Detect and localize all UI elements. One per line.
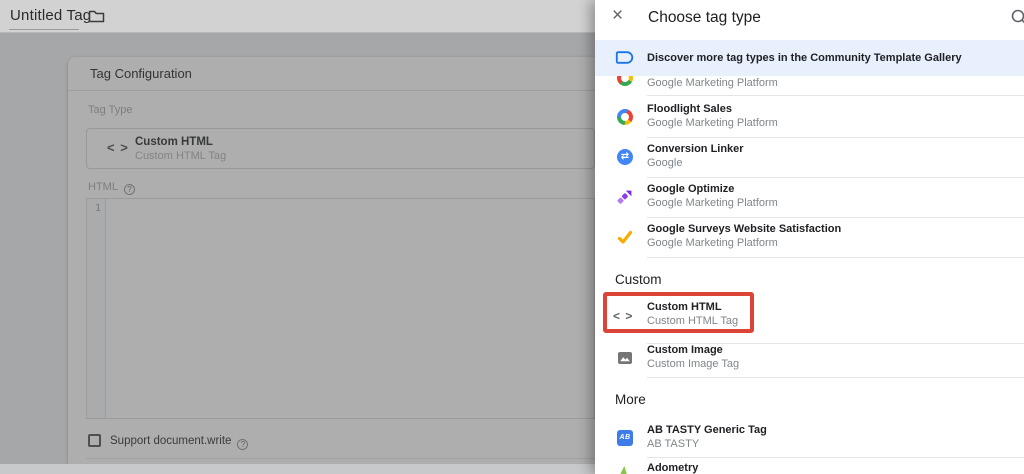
divider (647, 457, 1024, 458)
folder-icon[interactable] (88, 9, 105, 29)
list-item-adometry[interactable]: Adometry (595, 462, 1024, 474)
dialog-title: Choose tag type (648, 9, 761, 27)
selected-tag-title: Custom HTML (135, 136, 213, 148)
item-subtitle: Google Marketing Platform (647, 197, 778, 209)
divider (647, 217, 1024, 218)
item-subtitle: Google (647, 157, 682, 169)
bottom-strip (0, 464, 595, 474)
list-item-google-surveys[interactable]: Google Surveys Website Satisfaction Goog… (595, 223, 1024, 253)
selected-tag-subtitle: Custom HTML Tag (135, 150, 226, 162)
list-item-floodlight-sales[interactable]: Floodlight Sales Google Marketing Platfo… (595, 103, 1024, 133)
support-document-write-label: Support document.write (110, 435, 231, 447)
help-icon[interactable]: ? (124, 184, 135, 195)
section-header-more: More (615, 392, 646, 407)
item-subtitle: Google Marketing Platform (647, 77, 778, 89)
list-item-custom-html[interactable]: < > Custom HTML Custom HTML Tag (595, 301, 1024, 331)
ab-tasty-icon: AB (617, 430, 633, 446)
divider (647, 177, 1024, 178)
divider (647, 257, 1024, 258)
list-item-custom-image[interactable]: Custom Image Custom Image Tag (595, 344, 1024, 374)
item-title: Custom HTML (647, 301, 722, 313)
community-template-gallery-icon (615, 50, 634, 70)
section-header-custom: Custom (615, 272, 662, 287)
image-icon (617, 350, 633, 366)
item-subtitle: Google Marketing Platform (647, 237, 778, 249)
tag-name-underline (9, 29, 79, 30)
list-item-conversion-linker[interactable]: ⇄ Conversion Linker Google (595, 143, 1024, 173)
floodlight-icon (617, 109, 633, 125)
divider (647, 137, 1024, 138)
tag-name-field[interactable]: Untitled Tag (10, 7, 91, 24)
adometry-icon (617, 466, 633, 474)
surveys-checkmark-icon (617, 229, 633, 245)
tag-type-selector[interactable]: < > Custom HTML Custom HTML Tag (86, 128, 595, 169)
code-brackets-icon: < > (613, 309, 633, 323)
code-brackets-icon: < > (107, 140, 129, 155)
item-title: Conversion Linker (647, 143, 744, 155)
item-title: Custom Image (647, 344, 723, 356)
google-optimize-icon (617, 189, 633, 205)
html-code-editor[interactable]: 1 (86, 198, 595, 419)
divider (647, 377, 1024, 378)
list-item-ab-tasty[interactable]: AB AB TASTY Generic Tag AB TASTY (595, 424, 1024, 454)
item-title: Adometry (647, 462, 698, 474)
conversion-linker-icon: ⇄ (617, 149, 633, 165)
divider (647, 95, 1024, 96)
item-subtitle: AB TASTY (647, 438, 699, 450)
choose-tag-type-panel: × Choose tag type Discover more tag type… (595, 0, 1024, 474)
help-icon[interactable]: ? (237, 439, 248, 450)
tag-configuration-card: Tag Configuration Tag Type < > Custom HT… (68, 57, 595, 464)
item-subtitle: Custom HTML Tag (647, 315, 738, 327)
item-subtitle: Google Marketing Platform (647, 117, 778, 129)
tag-type-label: Tag Type (88, 104, 132, 116)
item-title: Google Optimize (647, 183, 734, 195)
list-item-google-optimize[interactable]: Google Optimize Google Marketing Platfor… (595, 183, 1024, 213)
banner-text: Discover more tag types in the Community… (647, 52, 962, 64)
html-label-text: HTML (88, 181, 118, 193)
editor-gutter: 1 (87, 199, 106, 418)
card-divider (86, 458, 595, 459)
item-title: AB TASTY Generic Tag (647, 424, 767, 436)
item-title: Floodlight Sales (647, 103, 732, 115)
support-document-write-checkbox[interactable] (88, 434, 101, 447)
item-title: Google Surveys Website Satisfaction (647, 223, 841, 235)
editor-topbar: Untitled Tag (0, 0, 595, 33)
close-icon[interactable]: × (612, 5, 623, 27)
card-title: Tag Configuration (68, 57, 595, 91)
tag-editor-dimmed-region: Untitled Tag Tag Configuration Tag Type … (0, 0, 595, 474)
community-gallery-banner[interactable]: Discover more tag types in the Community… (595, 40, 1024, 76)
support-document-write-row: Support document.write? (88, 432, 248, 448)
line-number: 1 (95, 203, 101, 214)
html-field-label: HTML? (88, 181, 135, 195)
item-subtitle: Custom Image Tag (647, 358, 739, 370)
search-icon[interactable] (1010, 8, 1024, 31)
